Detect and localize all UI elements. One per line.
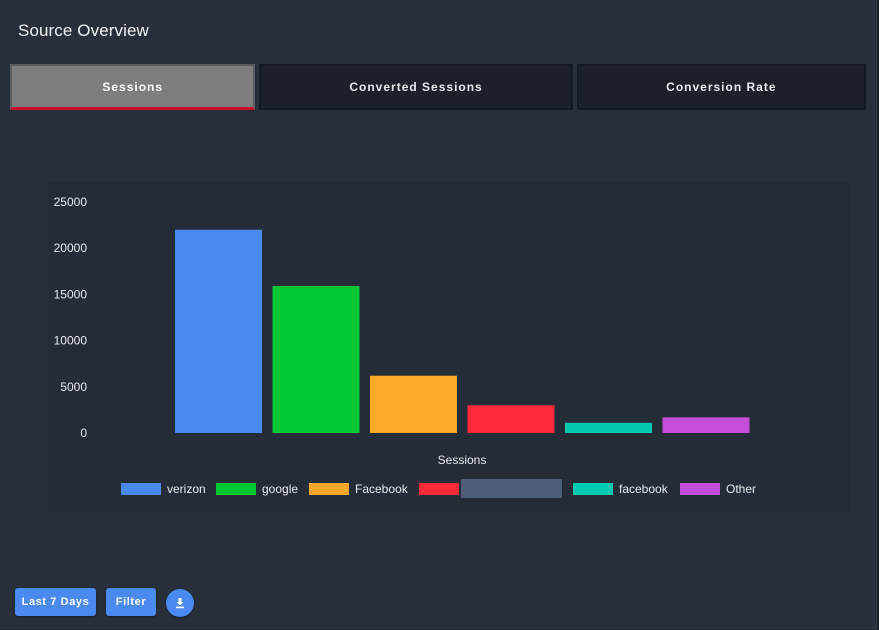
legend-label[interactable]: facebook — [619, 482, 669, 496]
legend-swatch[interactable] — [121, 483, 161, 495]
y-tick-label: 15000 — [54, 287, 88, 301]
last-7-days-button[interactable]: Last 7 Days — [15, 588, 96, 616]
bar-unlabeled-3[interactable] — [467, 405, 555, 433]
filter-button[interactable]: Filter — [106, 588, 156, 616]
sessions-bar-chart: 0 5000 10000 15000 20000 25000 Sessions veriz… — [48, 182, 850, 512]
source-overview-panel: Source Overview Sessions Converted Sessi… — [0, 0, 877, 629]
legend-swatch[interactable] — [216, 483, 256, 495]
legend-swatch[interactable] — [680, 483, 720, 495]
bar-facebook-2[interactable] — [370, 375, 457, 433]
download-button[interactable] — [166, 589, 194, 617]
y-tick-label: 25000 — [54, 195, 88, 209]
legend-swatch[interactable] — [419, 483, 459, 495]
legend-label[interactable]: google — [262, 482, 298, 496]
legend-label[interactable]: verizon — [167, 482, 206, 496]
legend-swatch[interactable] — [573, 483, 613, 495]
bar-facebook-4[interactable] — [565, 422, 652, 433]
legend-label-redacted — [461, 479, 562, 498]
legend-swatch[interactable] — [309, 483, 349, 495]
x-axis-label: Sessions — [438, 453, 487, 467]
bar-other-5[interactable] — [662, 417, 750, 433]
y-tick-label: 5000 — [60, 380, 87, 394]
download-icon — [176, 598, 184, 609]
bar-verizon-0[interactable] — [175, 229, 262, 433]
legend-label[interactable]: Facebook — [355, 482, 409, 496]
legend-label[interactable]: Other — [726, 482, 756, 496]
bar-google-1[interactable] — [272, 286, 360, 433]
y-tick-label: 0 — [80, 426, 87, 440]
y-tick-label: 10000 — [54, 334, 88, 348]
y-tick-label: 20000 — [54, 241, 88, 255]
